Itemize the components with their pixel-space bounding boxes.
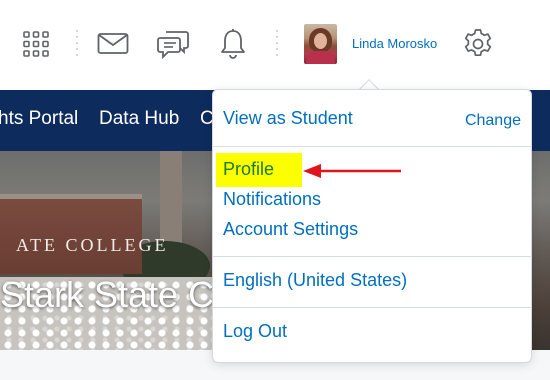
user-name-button[interactable]: Linda Morosko xyxy=(352,36,437,51)
mail-icon[interactable] xyxy=(95,26,131,62)
header-separator xyxy=(76,30,79,58)
header-separator xyxy=(276,30,279,58)
grid-icon[interactable] xyxy=(18,26,54,62)
language-link[interactable]: English (United States) xyxy=(223,270,407,291)
chat-icon[interactable] xyxy=(155,26,191,62)
sign-text: ATE COLLEGE xyxy=(16,235,169,255)
view-as-student-link[interactable]: View as Student xyxy=(223,108,353,129)
notifications-link[interactable]: Notifications xyxy=(223,189,321,210)
nav-item-data-hub[interactable]: Data Hub xyxy=(99,108,179,130)
profile-link[interactable]: Profile xyxy=(223,159,274,180)
college-sign xyxy=(0,194,142,274)
nav-item-portal[interactable]: hts Portal xyxy=(0,108,78,130)
header: Linda Morosko xyxy=(0,0,550,90)
avatar[interactable] xyxy=(304,24,337,64)
annotation-arrow-icon xyxy=(303,164,401,178)
menu-divider xyxy=(213,146,531,147)
account-settings-link[interactable]: Account Settings xyxy=(223,219,358,240)
banner-title: Stark State C xyxy=(0,274,215,315)
gear-icon[interactable] xyxy=(460,26,496,62)
change-role-link[interactable]: Change xyxy=(465,112,521,130)
logout-link[interactable]: Log Out xyxy=(223,321,287,342)
bell-icon[interactable] xyxy=(215,26,251,62)
menu-divider xyxy=(213,256,531,257)
user-dropdown-menu: View as Student Change Profile Notificat… xyxy=(212,89,532,363)
menu-divider xyxy=(213,307,531,308)
